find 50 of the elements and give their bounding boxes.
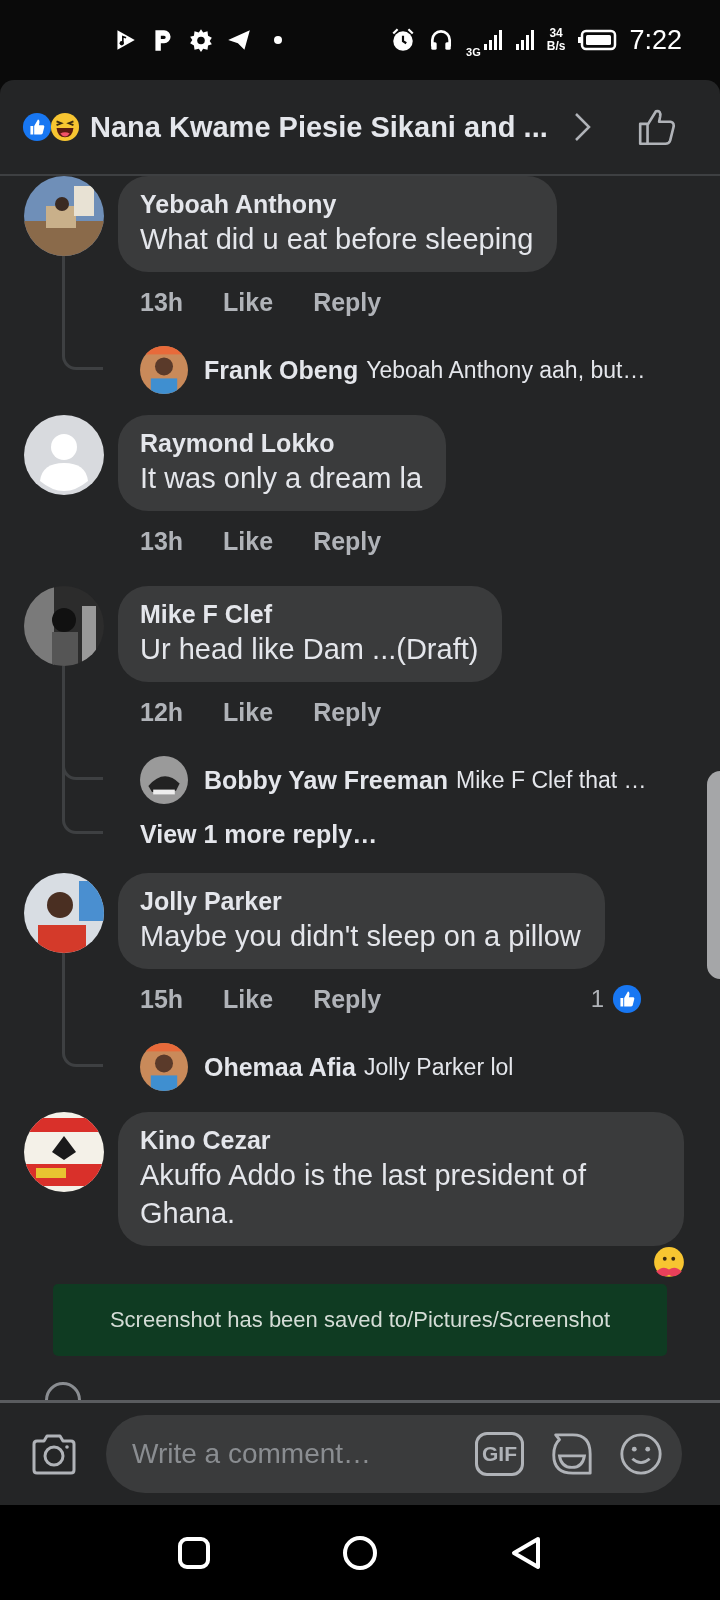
speed-unit: B/s — [546, 40, 566, 53]
signal-icon — [514, 28, 535, 52]
laughing-emoji-icon — [50, 112, 80, 142]
comment-author[interactable]: Mike F Clef — [140, 598, 479, 630]
camera-icon[interactable] — [30, 1432, 78, 1476]
reply-author[interactable]: Frank Obeng — [204, 355, 359, 385]
toast-message: Screenshot has been saved to/Pictures/Screenshot — [53, 1284, 667, 1356]
reply-text: Yeboah Anthony aah, but… — [366, 356, 646, 384]
gif-button[interactable]: GIF — [475, 1432, 524, 1476]
reply-text: Mike F Clef that … — [456, 766, 647, 794]
reaction-count: 1 — [590, 985, 604, 1013]
signal-icon — [482, 28, 503, 52]
comment-author[interactable]: Raymond Lokko — [140, 427, 423, 459]
like-reaction-icon — [612, 984, 642, 1014]
comment-text: Maybe you didn't sleep on a pillow — [140, 919, 581, 954]
view-more-replies-link[interactable]: View 1 more reply… — [140, 819, 378, 849]
like-link[interactable]: Like — [223, 526, 274, 556]
battery-icon — [577, 29, 618, 51]
home-icon[interactable] — [342, 1534, 378, 1571]
reply-link[interactable]: Reply — [313, 287, 382, 317]
reply-text: Jolly Parker lol — [363, 1053, 514, 1081]
network-type-label: 3G — [466, 46, 481, 58]
like-link[interactable]: Like — [223, 697, 274, 727]
comment-author[interactable]: Jolly Parker — [140, 885, 581, 917]
like-link[interactable]: Like — [223, 287, 274, 317]
comment-input-field[interactable]: Write a comment… GIF — [106, 1415, 682, 1493]
comment-text: Ur head like Dam ...(Draft) — [140, 632, 479, 667]
comment-author[interactable]: Yeboah Anthony — [140, 188, 534, 220]
emoji-icon[interactable] — [618, 1431, 664, 1477]
comment-time: 13h — [140, 526, 184, 556]
reply-link[interactable]: Reply — [313, 984, 382, 1014]
default-avatar-icon — [24, 415, 104, 495]
reply-link[interactable]: Reply — [313, 526, 382, 556]
reply-author[interactable]: Bobby Yaw Freeman — [204, 765, 449, 795]
comment-text: It was only a dream la — [140, 461, 423, 496]
comment-time: 12h — [140, 697, 184, 727]
comment-time: 13h — [140, 287, 184, 317]
clock: 7:22 — [629, 24, 682, 56]
like-link[interactable]: Like — [223, 984, 274, 1014]
settings-icon — [188, 27, 214, 53]
comment-text: Akuffo Addo is the last president of Ghana. — [140, 1158, 588, 1231]
reply-link[interactable]: Reply — [313, 697, 382, 727]
comment-text: What did u eat before sleeping — [140, 222, 534, 257]
dot-icon — [274, 36, 282, 44]
comment-author[interactable]: Kino Cezar — [140, 1124, 660, 1156]
recent-apps-icon[interactable] — [176, 1534, 212, 1571]
like-reaction-icon — [22, 112, 52, 142]
speed-value: 34 — [549, 27, 563, 40]
comment-time: 15h — [140, 984, 184, 1014]
reply-author[interactable]: Ohemaa Afia — [204, 1052, 356, 1082]
